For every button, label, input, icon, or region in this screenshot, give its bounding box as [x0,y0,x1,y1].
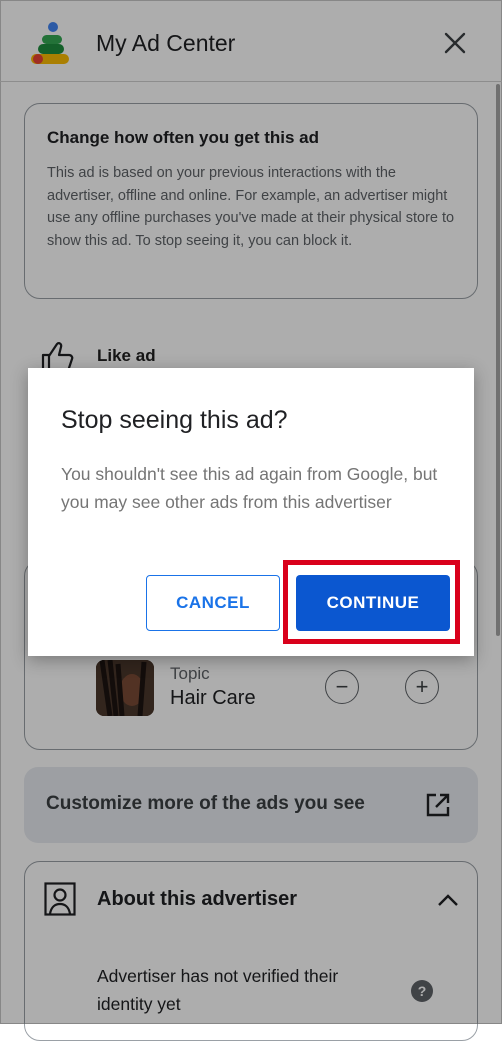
scrollbar[interactable] [496,84,500,636]
continue-button[interactable]: CONTINUE [296,575,450,631]
cancel-button[interactable]: CANCEL [146,575,280,631]
stop-seeing-ad-dialog: Stop seeing this ad? You shouldn't see t… [28,368,474,656]
dialog-body: You shouldn't see this ad again from Goo… [61,464,438,512]
dialog-title: Stop seeing this ad? [61,406,288,434]
